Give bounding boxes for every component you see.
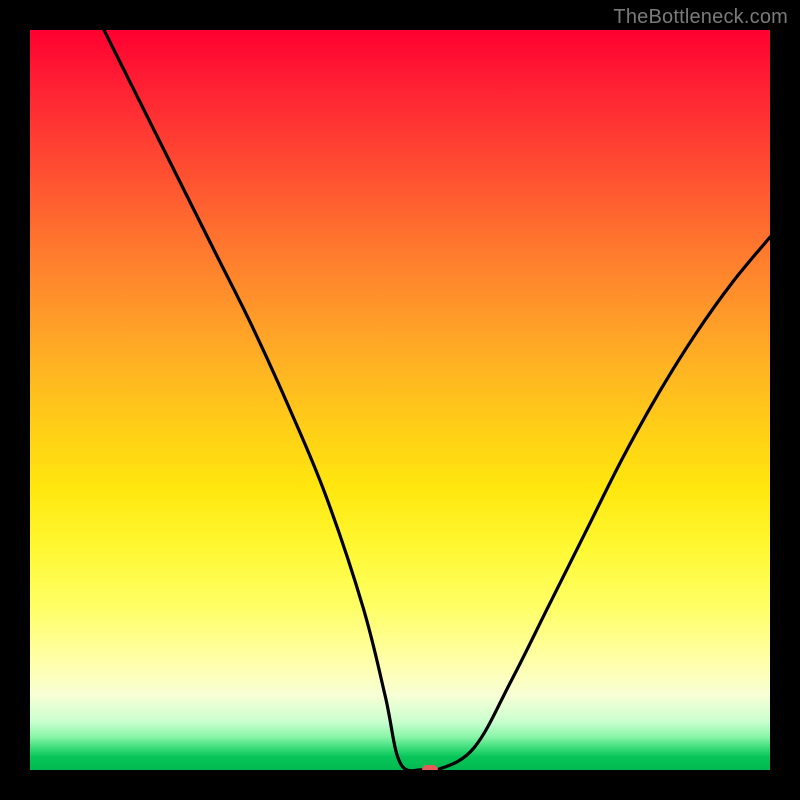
watermark-text: TheBottleneck.com: [613, 6, 788, 29]
chart-frame: TheBottleneck.com: [0, 0, 800, 800]
plot-area: [30, 30, 770, 770]
bottleneck-curve: [30, 30, 770, 770]
optimal-point-marker: [422, 765, 438, 770]
